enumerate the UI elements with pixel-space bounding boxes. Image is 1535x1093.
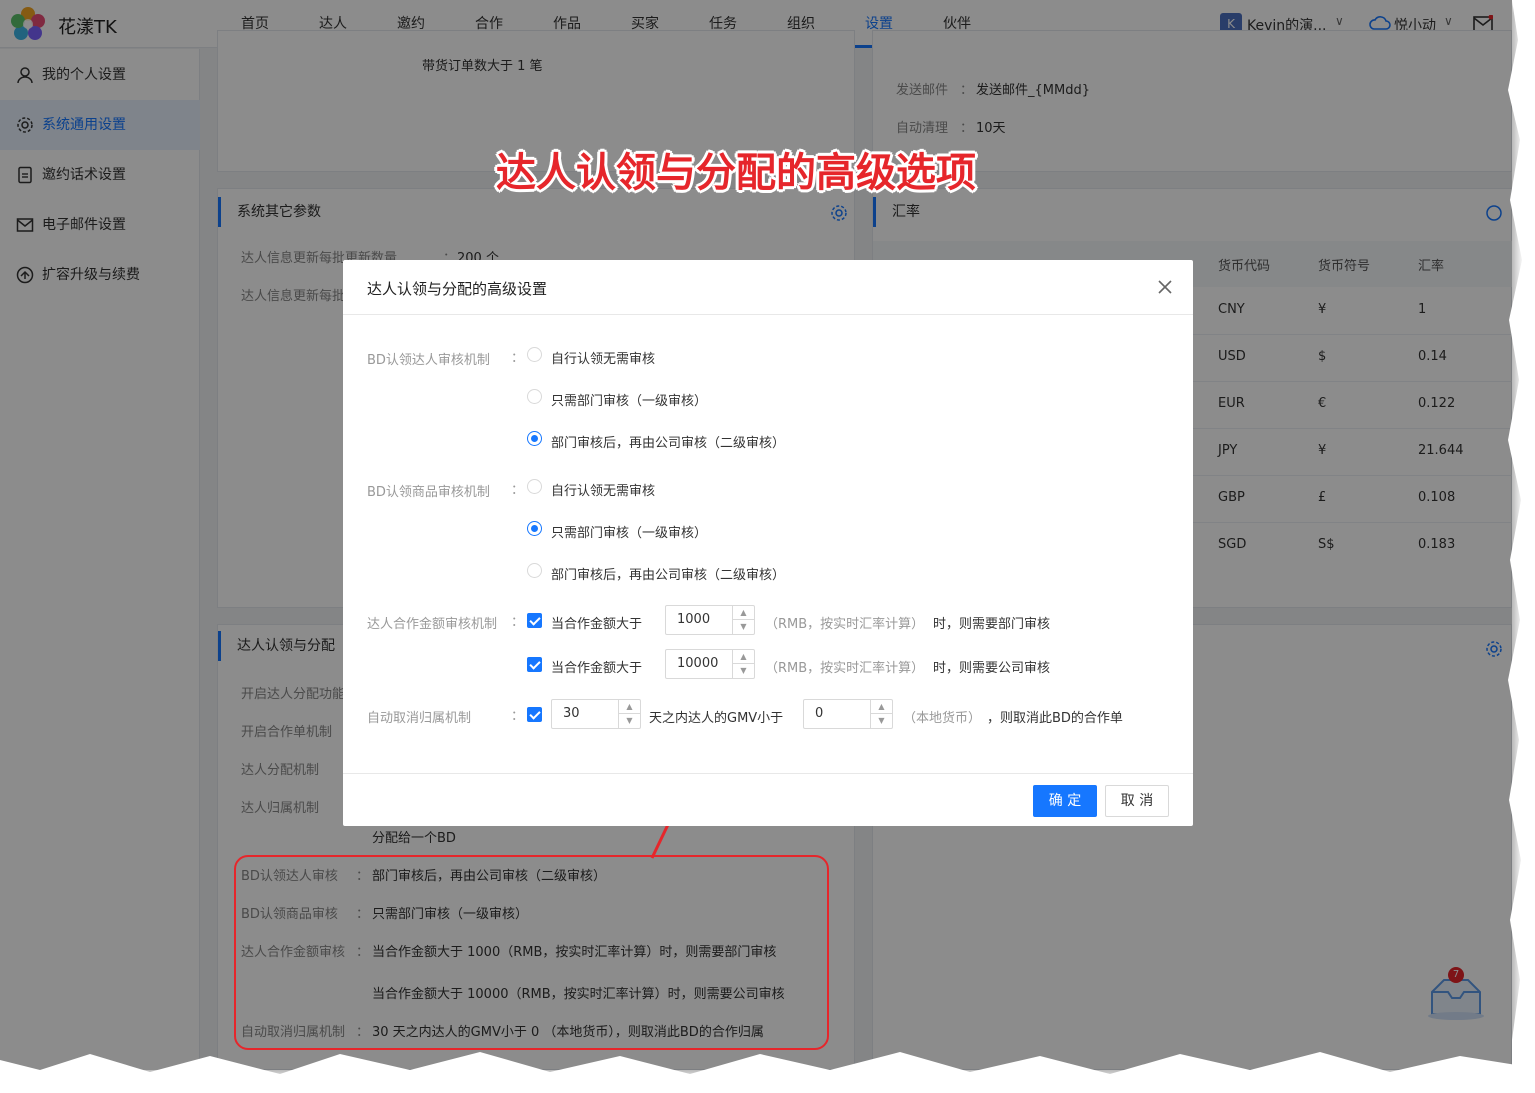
auto-cancel-gmv-input[interactable]: 0 ▲ ▼ — [803, 699, 893, 729]
auto-cancel-suffix: ，则取消此BD的合作单 — [987, 711, 1123, 726]
field-colon: ： — [511, 709, 525, 724]
torn-edge-right — [1508, 0, 1535, 1093]
confirm-button[interactable]: 确 定 — [1033, 785, 1097, 817]
creator-review-option-none[interactable] — [527, 347, 542, 362]
product-review-option-dept[interactable] — [527, 521, 542, 536]
auto-cancel-label: 自动取消归属机制 — [367, 711, 472, 726]
stepper-up-icon[interactable]: ▲ — [619, 700, 640, 714]
cancel-button[interactable]: 取 消 — [1105, 785, 1169, 817]
option-label[interactable]: 部门审核后，再由公司审核（二级审核） — [551, 564, 785, 583]
amount-hint: （RMB，按实时汇率计算） — [765, 661, 925, 676]
app-window: 花漾TK 首页 达人 邀约 合作 作品 买家 任务 组织 设置 伙伴 K Kev… — [0, 0, 1512, 1070]
product-review-option-none[interactable] — [527, 479, 542, 494]
close-icon[interactable] — [1155, 277, 1175, 297]
creator-review-label: BD认领达人审核机制 — [367, 353, 490, 368]
auto-cancel-checkbox[interactable] — [527, 707, 542, 722]
stepper-up-icon[interactable]: ▲ — [733, 606, 754, 620]
input-value: 30 — [563, 706, 580, 721]
field-colon: ： — [511, 483, 525, 498]
annotation-highlight-box — [234, 855, 829, 1050]
input-value: 0 — [815, 706, 824, 721]
number-stepper[interactable]: ▲ ▼ — [618, 700, 640, 728]
number-stepper[interactable]: ▲ ▼ — [732, 606, 754, 634]
torn-edge-bottom — [0, 1052, 1535, 1093]
amount-dept-checkbox[interactable] — [527, 613, 542, 628]
annotation-callout: 达人认领与分配的高级选项 — [496, 150, 976, 196]
option-label[interactable]: 只需部门审核（一级审核） — [551, 522, 707, 541]
number-stepper[interactable]: ▲ ▼ — [870, 700, 892, 728]
number-stepper[interactable]: ▲ ▼ — [732, 650, 754, 678]
stepper-down-icon[interactable]: ▼ — [733, 664, 754, 678]
input-value: 1000 — [677, 612, 711, 627]
option-label[interactable]: 只需部门审核（一级审核） — [551, 390, 707, 409]
creator-review-option-dept[interactable] — [527, 389, 542, 404]
amount-company-checkbox[interactable] — [527, 657, 542, 672]
auto-cancel-middle-text: 天之内达人的GMV小于 — [649, 711, 784, 726]
field-colon: ： — [511, 351, 525, 366]
option-label[interactable]: 自行认领无需审核 — [551, 480, 655, 499]
amount-dept-input[interactable]: 1000 ▲ ▼ — [665, 605, 755, 635]
stepper-up-icon[interactable]: ▲ — [733, 650, 754, 664]
dialog-footer: 确 定 取 消 — [343, 773, 1193, 826]
amount-company-input[interactable]: 10000 ▲ ▼ — [665, 649, 755, 679]
amount-review-label: 达人合作金额审核机制 — [367, 617, 498, 632]
stepper-down-icon[interactable]: ▼ — [733, 620, 754, 634]
stepper-down-icon[interactable]: ▼ — [871, 714, 892, 728]
amount-prefix: 当合作金额大于 — [551, 617, 643, 632]
amount-suffix: 时，则需要公司审核 — [933, 661, 1051, 676]
amount-hint: （RMB，按实时汇率计算） — [765, 617, 925, 632]
option-label[interactable]: 部门审核后，再由公司审核（二级审核） — [551, 432, 785, 451]
amount-prefix: 当合作金额大于 — [551, 661, 643, 676]
auto-cancel-days-input[interactable]: 30 ▲ ▼ — [551, 699, 641, 729]
stepper-up-icon[interactable]: ▲ — [871, 700, 892, 714]
product-review-label: BD认领商品审核机制 — [367, 485, 490, 500]
input-value: 10000 — [677, 656, 719, 671]
option-label[interactable]: 自行认领无需审核 — [551, 348, 655, 367]
field-colon: ： — [511, 615, 525, 630]
dialog-title: 达人认领与分配的高级设置 — [367, 280, 548, 298]
creator-review-option-two-level[interactable] — [527, 431, 542, 446]
product-review-option-two-level[interactable] — [527, 563, 542, 578]
auto-cancel-hint: （本地货币） — [903, 711, 982, 726]
dialog-header: 达人认领与分配的高级设置 — [343, 260, 1193, 315]
stepper-down-icon[interactable]: ▼ — [619, 714, 640, 728]
amount-suffix: 时，则需要部门审核 — [933, 617, 1051, 632]
advanced-settings-dialog: 达人认领与分配的高级设置 BD认领达人审核机制 ： 自行认领无需审核 只需部门审… — [343, 260, 1193, 826]
